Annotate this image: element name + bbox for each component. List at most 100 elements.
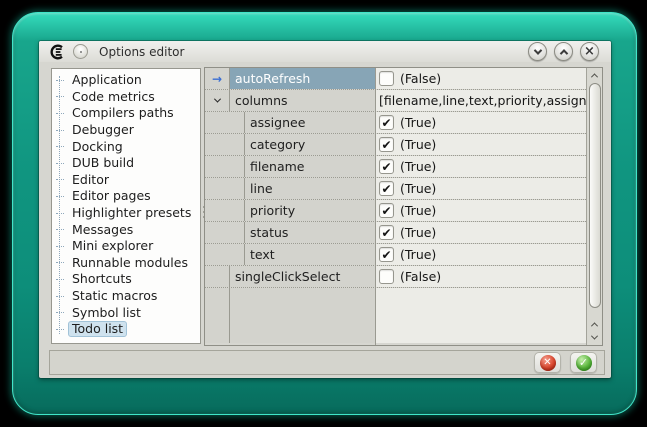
sidebar-item-highlighter-presets[interactable]: Highlighter presets (52, 205, 200, 222)
sidebar-item-debugger[interactable]: Debugger (52, 122, 200, 139)
property-name[interactable]: singleClickSelect (229, 266, 375, 287)
property-name[interactable]: text (244, 244, 375, 265)
property-name[interactable]: filename (244, 156, 375, 177)
row-gutter[interactable] (205, 266, 229, 287)
sidebar-item-label: DUB build (68, 155, 138, 171)
property-row-line[interactable]: line ✔ (True) (205, 178, 602, 200)
sidebar-item-shortcuts[interactable]: Shortcuts (52, 271, 200, 288)
scroll-up-button-2[interactable] (587, 318, 602, 331)
sidebar-item-mini-explorer[interactable]: Mini explorer (52, 238, 200, 255)
property-value[interactable]: (False) (375, 266, 602, 287)
property-name[interactable]: category (244, 134, 375, 155)
row-gutter[interactable] (205, 156, 229, 177)
tree-branch-icon (56, 96, 64, 97)
row-gutter[interactable]: → (205, 68, 229, 89)
property-value[interactable]: ✔ (True) (375, 244, 602, 265)
sidebar-item-static-macros[interactable]: Static macros (52, 288, 200, 305)
sidebar-item-label: Debugger (68, 122, 138, 138)
maximize-button[interactable] (554, 42, 573, 61)
sidebar-item-editor-pages[interactable]: Editor pages (52, 188, 200, 205)
sidebar-item-label: Symbol list (68, 305, 145, 321)
column-separator[interactable] (375, 68, 376, 345)
scroll-up-button[interactable] (587, 69, 602, 82)
sidebar-item-dub-build[interactable]: DUB build (52, 155, 200, 172)
property-value[interactable]: (False) (375, 68, 602, 89)
row-gutter[interactable] (205, 200, 229, 221)
property-value[interactable]: ✔ (True) (375, 134, 602, 155)
chevron-down-icon (591, 333, 598, 340)
tree-branch-icon (56, 113, 64, 114)
property-row-autoRefresh[interactable]: → autoRefresh (False) (205, 68, 602, 90)
row-gutter[interactable] (205, 222, 229, 243)
property-row-assignee[interactable]: assignee ✔ (True) (205, 112, 602, 134)
property-name[interactable]: status (244, 222, 375, 243)
value-checkbox[interactable]: ✔ (379, 247, 394, 262)
property-grid[interactable]: → autoRefresh (False) columns [filename,… (204, 67, 603, 346)
property-name[interactable]: assignee (244, 112, 375, 133)
value-checkbox[interactable] (379, 269, 394, 284)
close-button[interactable]: × (580, 42, 599, 61)
sidebar-item-label: Shortcuts (68, 271, 136, 287)
property-row-status[interactable]: status ✔ (True) (205, 222, 602, 244)
property-name[interactable]: priority (244, 200, 375, 221)
property-name[interactable]: autoRefresh (229, 68, 375, 89)
tree-branch-icon (56, 312, 64, 313)
accept-button[interactable]: ✓ (570, 352, 597, 373)
title-bar[interactable]: Options editor × (39, 41, 611, 62)
value-checkbox[interactable]: ✔ (379, 137, 394, 152)
value-checkbox[interactable]: ✔ (379, 181, 394, 196)
row-indent (229, 112, 244, 133)
category-tree[interactable]: Application Code metrics Compilers paths… (51, 68, 201, 344)
value-checkbox[interactable]: ✔ (379, 225, 394, 240)
tree-branch-icon (56, 329, 64, 330)
property-row-singleClickSelect[interactable]: singleClickSelect (False) (205, 266, 602, 288)
row-gutter[interactable] (205, 112, 229, 133)
value-checkbox[interactable]: ✔ (379, 203, 394, 218)
row-gutter[interactable] (205, 244, 229, 265)
property-value[interactable]: ✔ (True) (375, 156, 602, 177)
property-name[interactable]: line (244, 178, 375, 199)
selected-row-arrow-icon: → (212, 73, 222, 85)
sidebar-item-label: Docking (68, 139, 127, 155)
tree-branch-icon (56, 279, 64, 280)
minimize-button[interactable] (528, 42, 547, 61)
sidebar-item-symbol-list[interactable]: Symbol list (52, 304, 200, 321)
property-value[interactable]: ✔ (True) (375, 222, 602, 243)
property-value[interactable]: [filename,line,text,priority,assigne (375, 90, 602, 111)
sidebar-item-editor[interactable]: Editor (52, 172, 200, 189)
value-checkbox[interactable]: ✔ (379, 115, 394, 130)
row-gutter[interactable] (205, 178, 229, 199)
row-gutter[interactable] (205, 90, 229, 111)
value-text: (True) (400, 115, 436, 130)
sidebar-item-label: Highlighter presets (68, 205, 195, 221)
sidebar-item-compilers-paths[interactable]: Compilers paths (52, 105, 200, 122)
property-row-filename[interactable]: filename ✔ (True) (205, 156, 602, 178)
sidebar-item-label: Editor pages (68, 188, 155, 204)
value-checkbox[interactable] (379, 71, 394, 86)
sidebar-item-runnable-modules[interactable]: Runnable modules (52, 255, 200, 272)
sidebar-item-label: Code metrics (68, 89, 159, 105)
cancel-button[interactable]: ✕ (534, 352, 561, 373)
sidebar-item-application[interactable]: Application (52, 72, 200, 89)
property-row-priority[interactable]: priority ✔ (True) (205, 200, 602, 222)
property-value[interactable]: ✔ (True) (375, 178, 602, 199)
property-row-text[interactable]: text ✔ (True) (205, 244, 602, 266)
property-row-category[interactable]: category ✔ (True) (205, 134, 602, 156)
property-name[interactable]: columns (229, 90, 375, 111)
sidebar-item-docking[interactable]: Docking (52, 138, 200, 155)
tree-branch-icon (56, 130, 64, 131)
scrollbar-thumb[interactable] (589, 83, 601, 308)
value-checkbox[interactable]: ✔ (379, 159, 394, 174)
sidebar-item-code-metrics[interactable]: Code metrics (52, 89, 200, 106)
collapse-chevron-icon[interactable] (213, 96, 220, 103)
row-gutter[interactable] (205, 134, 229, 155)
property-row-columns[interactable]: columns [filename,line,text,priority,ass… (205, 90, 602, 112)
sidebar-item-todo-list[interactable]: Todo list (52, 321, 200, 338)
window-menu-button[interactable] (73, 44, 88, 59)
scroll-down-button[interactable] (587, 331, 602, 344)
sidebar-item-messages[interactable]: Messages (52, 221, 200, 238)
row-indent (229, 134, 244, 155)
property-value[interactable]: ✔ (True) (375, 200, 602, 221)
vertical-scrollbar[interactable] (586, 68, 602, 345)
property-value[interactable]: ✔ (True) (375, 112, 602, 133)
